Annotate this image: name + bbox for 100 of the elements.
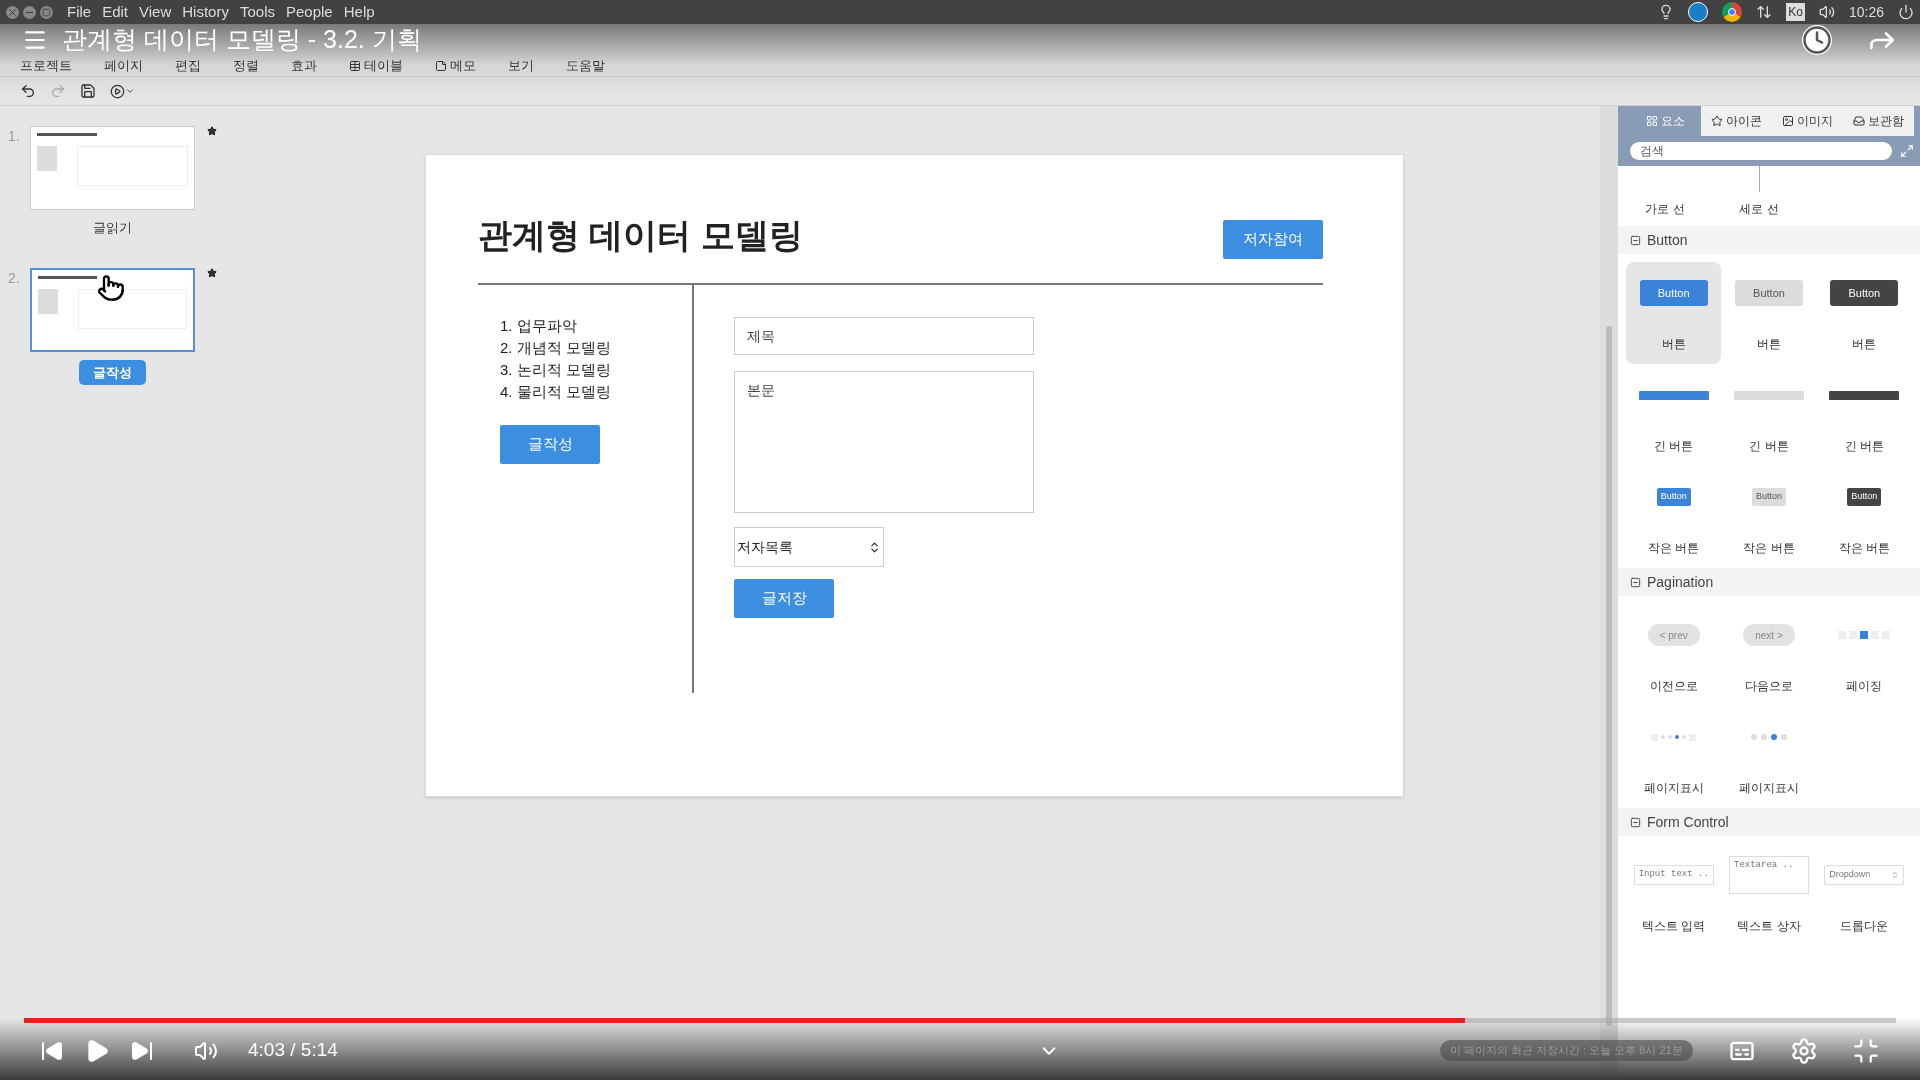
expand-icon[interactable] xyxy=(1900,144,1914,158)
menu-item[interactable]: History xyxy=(182,0,229,24)
menu-item[interactable]: Edit xyxy=(102,0,129,24)
long-button-sample xyxy=(1829,390,1900,400)
palette-item-label: 작은 버튼 xyxy=(1838,540,1890,557)
slide-thumbnail[interactable] xyxy=(30,267,195,352)
star-icon xyxy=(1711,115,1723,127)
palette-item[interactable]: Input text .. 텍스트 입력 xyxy=(1626,844,1722,946)
title-field[interactable]: 제목 xyxy=(734,317,1034,355)
step-text: 3. 논리적 모델링 xyxy=(500,360,612,380)
palette-item-label[interactable]: 세로 선 xyxy=(1739,200,1779,218)
collapse-icon xyxy=(1630,576,1641,588)
close-icon[interactable] xyxy=(6,5,19,19)
slide-title: 관계형 데이터 모델링 xyxy=(478,215,803,256)
search-field[interactable]: 검색 xyxy=(1630,142,1892,160)
palette-item[interactable]: Textarea .. 텍스트 상자 xyxy=(1721,844,1817,946)
palette-item[interactable]: 긴 버튼 xyxy=(1721,364,1817,466)
section-header[interactable]: Form Control xyxy=(1618,808,1920,836)
section-header[interactable]: Pagination xyxy=(1618,568,1920,596)
app-menu-item[interactable]: 효과 xyxy=(291,56,317,76)
palette-item[interactable]: Button 버튼 xyxy=(1816,262,1912,364)
app-menu-item[interactable]: 테이블 xyxy=(349,56,403,76)
undo-icon[interactable] xyxy=(20,83,36,99)
volume-icon[interactable] xyxy=(1818,4,1835,20)
palette-item[interactable]: < prev 이전으로 xyxy=(1626,604,1722,706)
menu-item[interactable]: File xyxy=(67,0,92,24)
menu-item[interactable]: People xyxy=(286,0,333,24)
palette-item[interactable]: 페이징 xyxy=(1816,604,1912,706)
palette-item-label: 이전으로 xyxy=(1649,678,1698,695)
textarea-sample: Textarea .. xyxy=(1729,856,1809,894)
palette-item-label: 페이징 xyxy=(1846,678,1883,695)
vertical-line-sample xyxy=(1758,166,1760,192)
palette-item-label: 긴 버튼 xyxy=(1844,438,1884,455)
palette-item-label: 텍스트 입력 xyxy=(1642,918,1706,935)
long-button-sample xyxy=(1734,390,1804,400)
palette-item[interactable]: 페이지표시 xyxy=(1626,706,1722,808)
updown-icon xyxy=(1891,871,1900,879)
input-sample: Input text .. xyxy=(1633,865,1714,885)
step-text: 1. 업무파악 xyxy=(500,316,578,336)
keyboard-layout-indicator[interactable]: Ko xyxy=(1786,3,1805,21)
settings-icon[interactable] xyxy=(1790,1036,1818,1065)
palette-item-label: 버튼 xyxy=(1757,336,1781,353)
palette-item-label: 텍스트 상자 xyxy=(1737,918,1801,935)
menu-item[interactable]: Help xyxy=(343,0,375,24)
memo-icon xyxy=(435,60,447,72)
exit-fullscreen-icon[interactable] xyxy=(1852,1036,1880,1065)
button-sample: Button xyxy=(1830,280,1899,306)
button-sample: Button xyxy=(1735,280,1803,306)
browser-logo-icon[interactable] xyxy=(1722,2,1743,22)
app-menu-item[interactable]: 편집 xyxy=(175,56,201,76)
page-dots-drawing xyxy=(1651,733,1697,741)
palette-tab[interactable]: 보관함 xyxy=(1843,106,1914,136)
page-dots-drawing xyxy=(1751,734,1787,740)
author-select[interactable]: 저자목록 xyxy=(734,527,884,567)
palette-item[interactable]: Button 작은 버튼 xyxy=(1721,466,1817,568)
play-dropdown[interactable] xyxy=(110,83,135,99)
palette-item-label: 작은 버튼 xyxy=(1743,540,1795,557)
palette-item[interactable]: Button 작은 버튼 xyxy=(1816,466,1912,568)
menu-item[interactable]: Tools xyxy=(239,0,275,24)
slide-thumbnail[interactable] xyxy=(30,126,195,210)
palette-item[interactable]: 긴 버튼 xyxy=(1816,364,1912,466)
save-icon[interactable] xyxy=(80,83,96,99)
maximize-icon[interactable] xyxy=(40,5,53,19)
page-label[interactable]: 글읽기 xyxy=(93,218,132,238)
minimize-icon[interactable] xyxy=(23,5,36,19)
palette-item[interactable]: Button 버튼 xyxy=(1721,262,1817,364)
table-icon xyxy=(349,60,361,72)
palette-item[interactable]: 긴 버튼 xyxy=(1626,364,1722,466)
play-icon xyxy=(110,83,125,99)
palette-tab[interactable]: 이미지 xyxy=(1772,106,1843,136)
progress-track[interactable] xyxy=(24,1018,1896,1023)
app-menu-item[interactable]: 프로젝트 xyxy=(20,56,72,76)
video-title: 관계형 데이터 모델링 - 3.2. 기획 xyxy=(62,24,422,56)
pager-pill-sample: < prev xyxy=(1647,624,1700,646)
section-header[interactable]: Button xyxy=(1618,226,1920,254)
collapse-icon xyxy=(1630,816,1641,828)
palette-item[interactable]: next > 다음으로 xyxy=(1721,604,1817,706)
paging-drawing xyxy=(1838,631,1891,639)
watch-later-icon[interactable] xyxy=(1802,25,1832,55)
palette-item-label: 드롭다운 xyxy=(1840,918,1889,935)
app-menu-item[interactable]: 보기 xyxy=(508,56,534,76)
app-menu-item[interactable]: 정렬 xyxy=(233,56,259,76)
app-menu-item[interactable]: 도움말 xyxy=(566,56,605,76)
network-icon[interactable] xyxy=(1756,4,1773,20)
palette-item-label: 다음으로 xyxy=(1745,678,1793,695)
pager-pill-sample: next > xyxy=(1743,624,1795,646)
menu-item[interactable]: View xyxy=(139,0,172,24)
app-menu-item[interactable]: 페이지 xyxy=(104,56,143,76)
palette-item[interactable]: Button 버튼 xyxy=(1626,262,1722,364)
palette-item-label[interactable]: 가로 선 xyxy=(1645,200,1685,218)
palette-item[interactable]: Button 작은 버튼 xyxy=(1626,466,1722,568)
power-icon[interactable] xyxy=(1898,4,1914,20)
image-icon xyxy=(1782,115,1794,127)
palette-tab[interactable]: 아이콘 xyxy=(1701,106,1772,136)
palette-item-label: 긴 버튼 xyxy=(1654,438,1694,455)
palette-item-label: 작은 버튼 xyxy=(1648,540,1700,557)
app-menu-item[interactable]: 메모 xyxy=(435,56,476,76)
palette-item[interactable]: Dropdown 드롭다운 xyxy=(1816,844,1912,946)
body-field[interactable]: 본문 xyxy=(734,371,1034,513)
palette-item[interactable]: 페이지표시 xyxy=(1721,706,1817,808)
